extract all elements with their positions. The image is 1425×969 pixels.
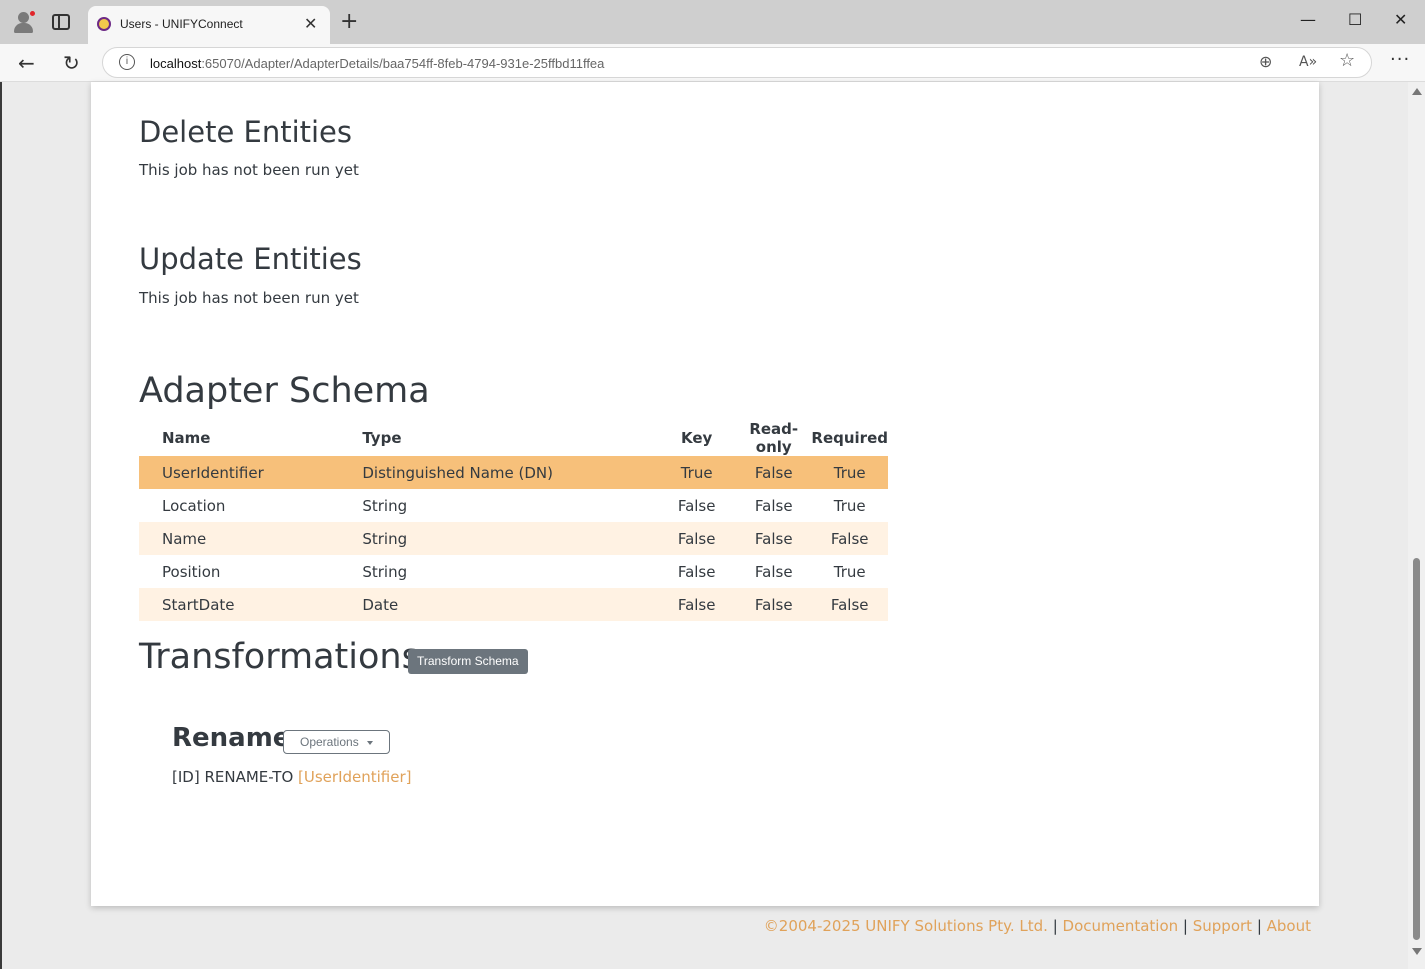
address-bar: ← ↻ i localhost:65070/Adapter/AdapterDet…	[0, 44, 1425, 82]
operations-label: Operations	[300, 735, 359, 749]
cell-type: Distinguished Name (DN)	[362, 456, 658, 489]
schema-table: Name Type Key Read-only Required UserIde…	[139, 420, 888, 621]
column-header-read-only: Read-only	[749, 420, 799, 456]
table-header-row: Name Type Key Read-only Required	[139, 420, 888, 456]
window-close-icon[interactable]: ✕	[1394, 10, 1407, 29]
zoom-icon[interactable]: ⊕	[1259, 52, 1272, 71]
cell-name: Position	[162, 562, 221, 581]
scroll-thumb[interactable]	[1413, 558, 1420, 940]
cell-read-only: False	[754, 496, 793, 515]
read-aloud-icon[interactable]: A»	[1299, 54, 1317, 70]
content-card: Delete Entities This job has not been ru…	[91, 82, 1319, 906]
table-row[interactable]: Name String False False False	[139, 522, 888, 555]
operations-dropdown-button[interactable]: Operations	[283, 730, 390, 754]
update-entities-status: This job has not been run yet	[139, 289, 359, 307]
refresh-icon[interactable]: ↻	[63, 51, 80, 75]
cell-key: True	[657, 456, 737, 489]
tab-actions-icon[interactable]	[52, 14, 70, 30]
cell-type: String	[362, 562, 408, 581]
cell-type: Date	[362, 588, 658, 621]
rename-heading: Rename	[172, 723, 291, 753]
column-header-type: Type	[362, 429, 402, 447]
url-input[interactable]: i localhost:65070/Adapter/AdapterDetails…	[102, 47, 1372, 78]
new-tab-icon[interactable]: +	[340, 9, 358, 34]
table-row[interactable]: UserIdentifier Distinguished Name (DN) T…	[139, 456, 888, 489]
scroll-down-icon[interactable]	[1412, 948, 1422, 955]
cell-read-only: False	[736, 456, 812, 489]
back-icon[interactable]: ←	[18, 51, 35, 75]
minimize-icon[interactable]: —	[1300, 10, 1316, 29]
copyright-link[interactable]: ©2004-2025 UNIFY Solutions Pty. Ltd.	[764, 917, 1048, 935]
table-row[interactable]: StartDate Date False False False	[139, 588, 888, 621]
caret-down-icon	[367, 741, 373, 745]
cell-key: False	[677, 496, 716, 515]
cell-required: True	[811, 456, 888, 489]
update-entities-heading: Update Entities	[139, 242, 362, 276]
cell-key: False	[657, 588, 737, 621]
cell-name: UserIdentifier	[139, 456, 363, 489]
profile-icon[interactable]	[12, 10, 36, 34]
cell-read-only: False	[736, 588, 812, 621]
table-row[interactable]: Position String False False True	[139, 555, 888, 588]
documentation-link[interactable]: Documentation	[1063, 917, 1179, 935]
support-link[interactable]: Support	[1193, 917, 1252, 935]
column-header-required: Required	[811, 429, 888, 447]
cell-key: False	[657, 522, 737, 555]
transform-schema-button[interactable]: Transform Schema	[408, 649, 528, 674]
more-menu-icon[interactable]: ···	[1390, 49, 1410, 70]
page-viewport: Delete Entities This job has not been ru…	[0, 82, 1425, 969]
cell-read-only: False	[736, 522, 812, 555]
cell-read-only: False	[754, 562, 793, 581]
cell-name: Location	[162, 496, 226, 515]
url-text: localhost:65070/Adapter/AdapterDetails/b…	[150, 56, 605, 71]
favorite-star-icon[interactable]: ☆	[1339, 50, 1355, 71]
vertical-scrollbar[interactable]	[1408, 82, 1425, 969]
browser-tab[interactable]: Users - UNIFYConnect ✕	[88, 6, 330, 44]
delete-entities-heading: Delete Entities	[139, 115, 353, 149]
cell-key: False	[677, 562, 716, 581]
table-row[interactable]: Location String False False True	[139, 489, 888, 522]
maximize-icon[interactable]: ☐	[1348, 10, 1362, 29]
cell-required: True	[833, 562, 866, 581]
adapter-schema-heading: Adapter Schema	[139, 371, 430, 411]
rename-target-link[interactable]: [UserIdentifier]	[298, 768, 411, 786]
rename-rule: [ID] RENAME-TO [UserIdentifier]	[172, 768, 412, 786]
footer: ©2004-2025 UNIFY Solutions Pty. Ltd. | D…	[763, 917, 1311, 935]
site-favicon-icon	[97, 17, 111, 31]
about-link[interactable]: About	[1267, 917, 1311, 935]
cell-required: False	[811, 588, 888, 621]
column-header-name: Name	[162, 429, 211, 447]
cell-required: True	[833, 496, 866, 515]
delete-entities-status: This job has not been run yet	[139, 161, 359, 179]
tab-bar: Users - UNIFYConnect ✕ + — ☐ ✕	[0, 0, 1425, 44]
cell-type: String	[362, 522, 658, 555]
tab-close-icon[interactable]: ✕	[304, 14, 317, 33]
tab-title: Users - UNIFYConnect	[120, 17, 243, 31]
transformations-heading: Transformations	[139, 637, 420, 677]
cell-required: False	[811, 522, 888, 555]
site-info-icon[interactable]: i	[119, 54, 135, 70]
cell-name: StartDate	[139, 588, 363, 621]
cell-name: Name	[139, 522, 363, 555]
column-header-key: Key	[680, 429, 713, 447]
cell-type: String	[362, 496, 408, 515]
scroll-up-icon[interactable]	[1412, 88, 1422, 95]
